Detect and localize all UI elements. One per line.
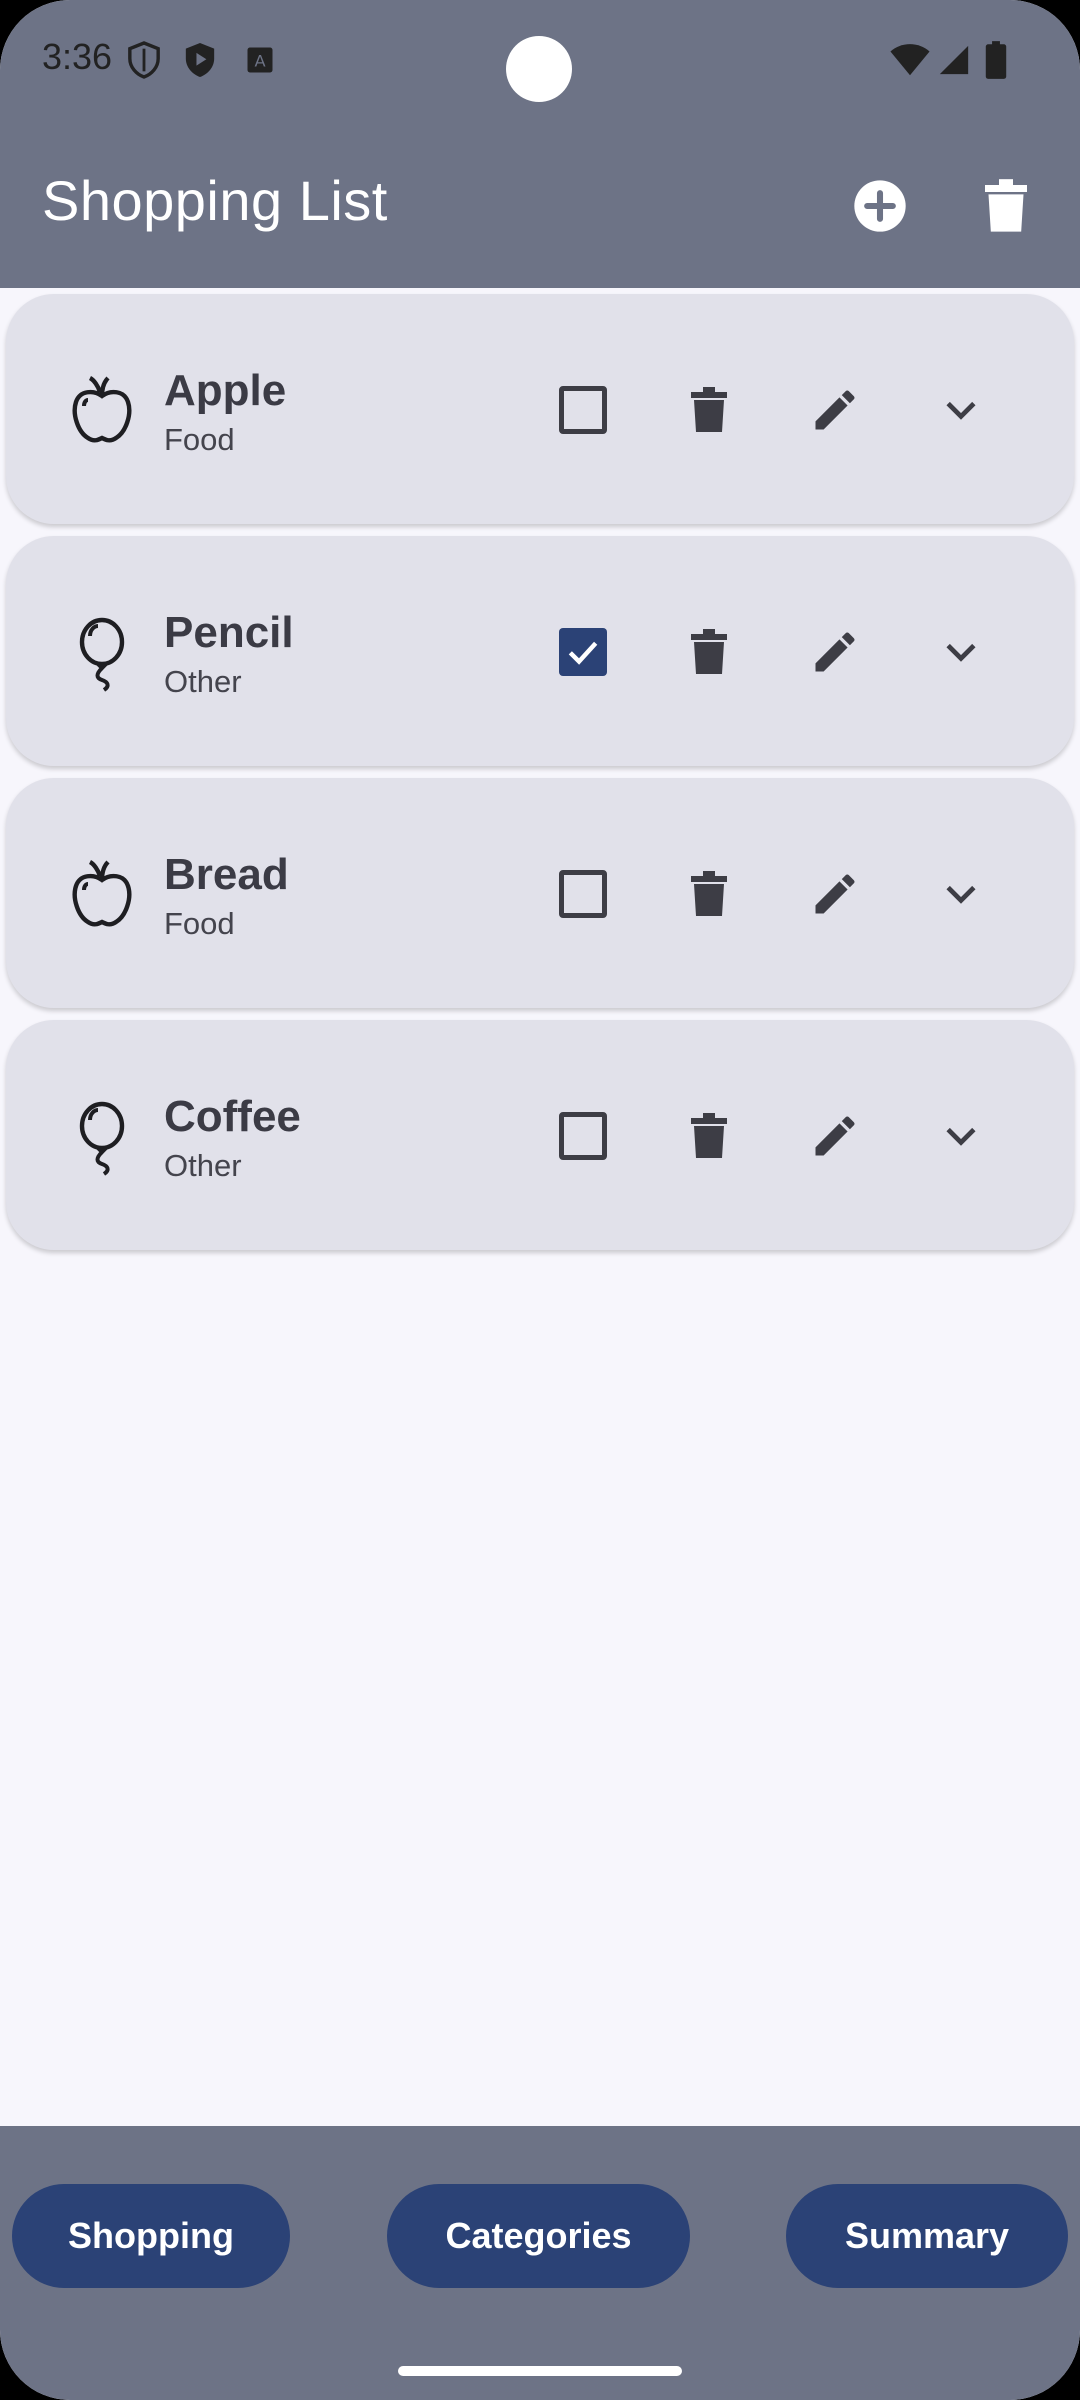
item-checkbox[interactable] [547, 1100, 619, 1172]
phone-screen: 3:36 A Shopping List Apple Food Pencil O… [0, 0, 1080, 2400]
home-indicator[interactable] [398, 2366, 682, 2376]
edit-pencil-icon [815, 632, 855, 672]
chevron-down-icon [946, 643, 976, 662]
font-a-icon: A [240, 40, 280, 80]
item-checkbox[interactable] [547, 374, 619, 446]
top-app-bar: 3:36 A Shopping List [0, 0, 1080, 288]
add-circle-icon [854, 180, 906, 232]
item-name: Bread [164, 850, 289, 899]
expand-item-button[interactable] [925, 374, 997, 446]
item-name: Pencil [164, 608, 294, 657]
list-item[interactable]: Coffee Other [6, 1020, 1074, 1250]
list-item[interactable]: Apple Food [6, 294, 1074, 524]
svg-text:A: A [254, 51, 265, 70]
edit-item-button[interactable] [799, 858, 871, 930]
delete-icon [691, 1113, 727, 1158]
delete-icon [691, 387, 727, 432]
chevron-down-icon [946, 401, 976, 420]
delete-icon [691, 871, 727, 916]
item-name: Apple [164, 366, 287, 415]
nav-shopping-button[interactable]: Shopping [12, 2184, 290, 2288]
edit-pencil-icon [815, 874, 855, 914]
chevron-down-icon [946, 1127, 976, 1146]
delete-item-button[interactable] [673, 616, 745, 688]
item-category: Food [164, 422, 235, 457]
item-checkbox[interactable] [547, 616, 619, 688]
delete-item-button[interactable] [673, 858, 745, 930]
shield-icon [124, 40, 164, 80]
bottom-navigation: Shopping Categories Summary [0, 2126, 1080, 2400]
item-checkbox[interactable] [547, 858, 619, 930]
item-category: Other [164, 1148, 242, 1183]
edit-item-button[interactable] [799, 374, 871, 446]
delete-icon [985, 179, 1027, 232]
item-name: Coffee [164, 1092, 301, 1141]
delete-item-button[interactable] [673, 1100, 745, 1172]
chevron-down-icon [946, 885, 976, 904]
signal-icon [934, 40, 974, 80]
check-icon [568, 641, 598, 665]
edit-pencil-icon [815, 1116, 855, 1156]
edit-item-button[interactable] [799, 616, 871, 688]
list-item[interactable]: Pencil Other [6, 536, 1074, 766]
status-bar: 3:36 A [0, 0, 1080, 120]
nav-summary-button[interactable]: Summary [786, 2184, 1068, 2288]
apple-icon [62, 370, 142, 450]
item-category: Food [164, 906, 235, 941]
delete-icon [691, 629, 727, 674]
delete-item-button[interactable] [673, 374, 745, 446]
checkbox-unchecked [559, 1112, 607, 1160]
checkbox-unchecked [559, 870, 607, 918]
expand-item-button[interactable] [925, 858, 997, 930]
list-item[interactable]: Bread Food [6, 778, 1074, 1008]
balloon-icon [62, 612, 142, 692]
front-camera [506, 36, 572, 102]
balloon-icon [62, 1096, 142, 1176]
nav-categories-button[interactable]: Categories [387, 2184, 690, 2288]
clear-list-button[interactable] [970, 170, 1042, 242]
item-category: Other [164, 664, 242, 699]
battery-icon [976, 40, 1016, 80]
wifi-icon [888, 40, 932, 80]
checkbox-unchecked [559, 386, 607, 434]
checkbox-checked [559, 628, 607, 676]
expand-item-button[interactable] [925, 616, 997, 688]
apple-icon [62, 854, 142, 934]
status-time: 3:36 [42, 36, 113, 77]
expand-item-button[interactable] [925, 1100, 997, 1172]
play-shield-icon [180, 40, 220, 80]
page-title: Shopping List [42, 169, 388, 232]
edit-item-button[interactable] [799, 1100, 871, 1172]
edit-pencil-icon [815, 390, 855, 430]
add-item-button[interactable] [844, 170, 916, 242]
